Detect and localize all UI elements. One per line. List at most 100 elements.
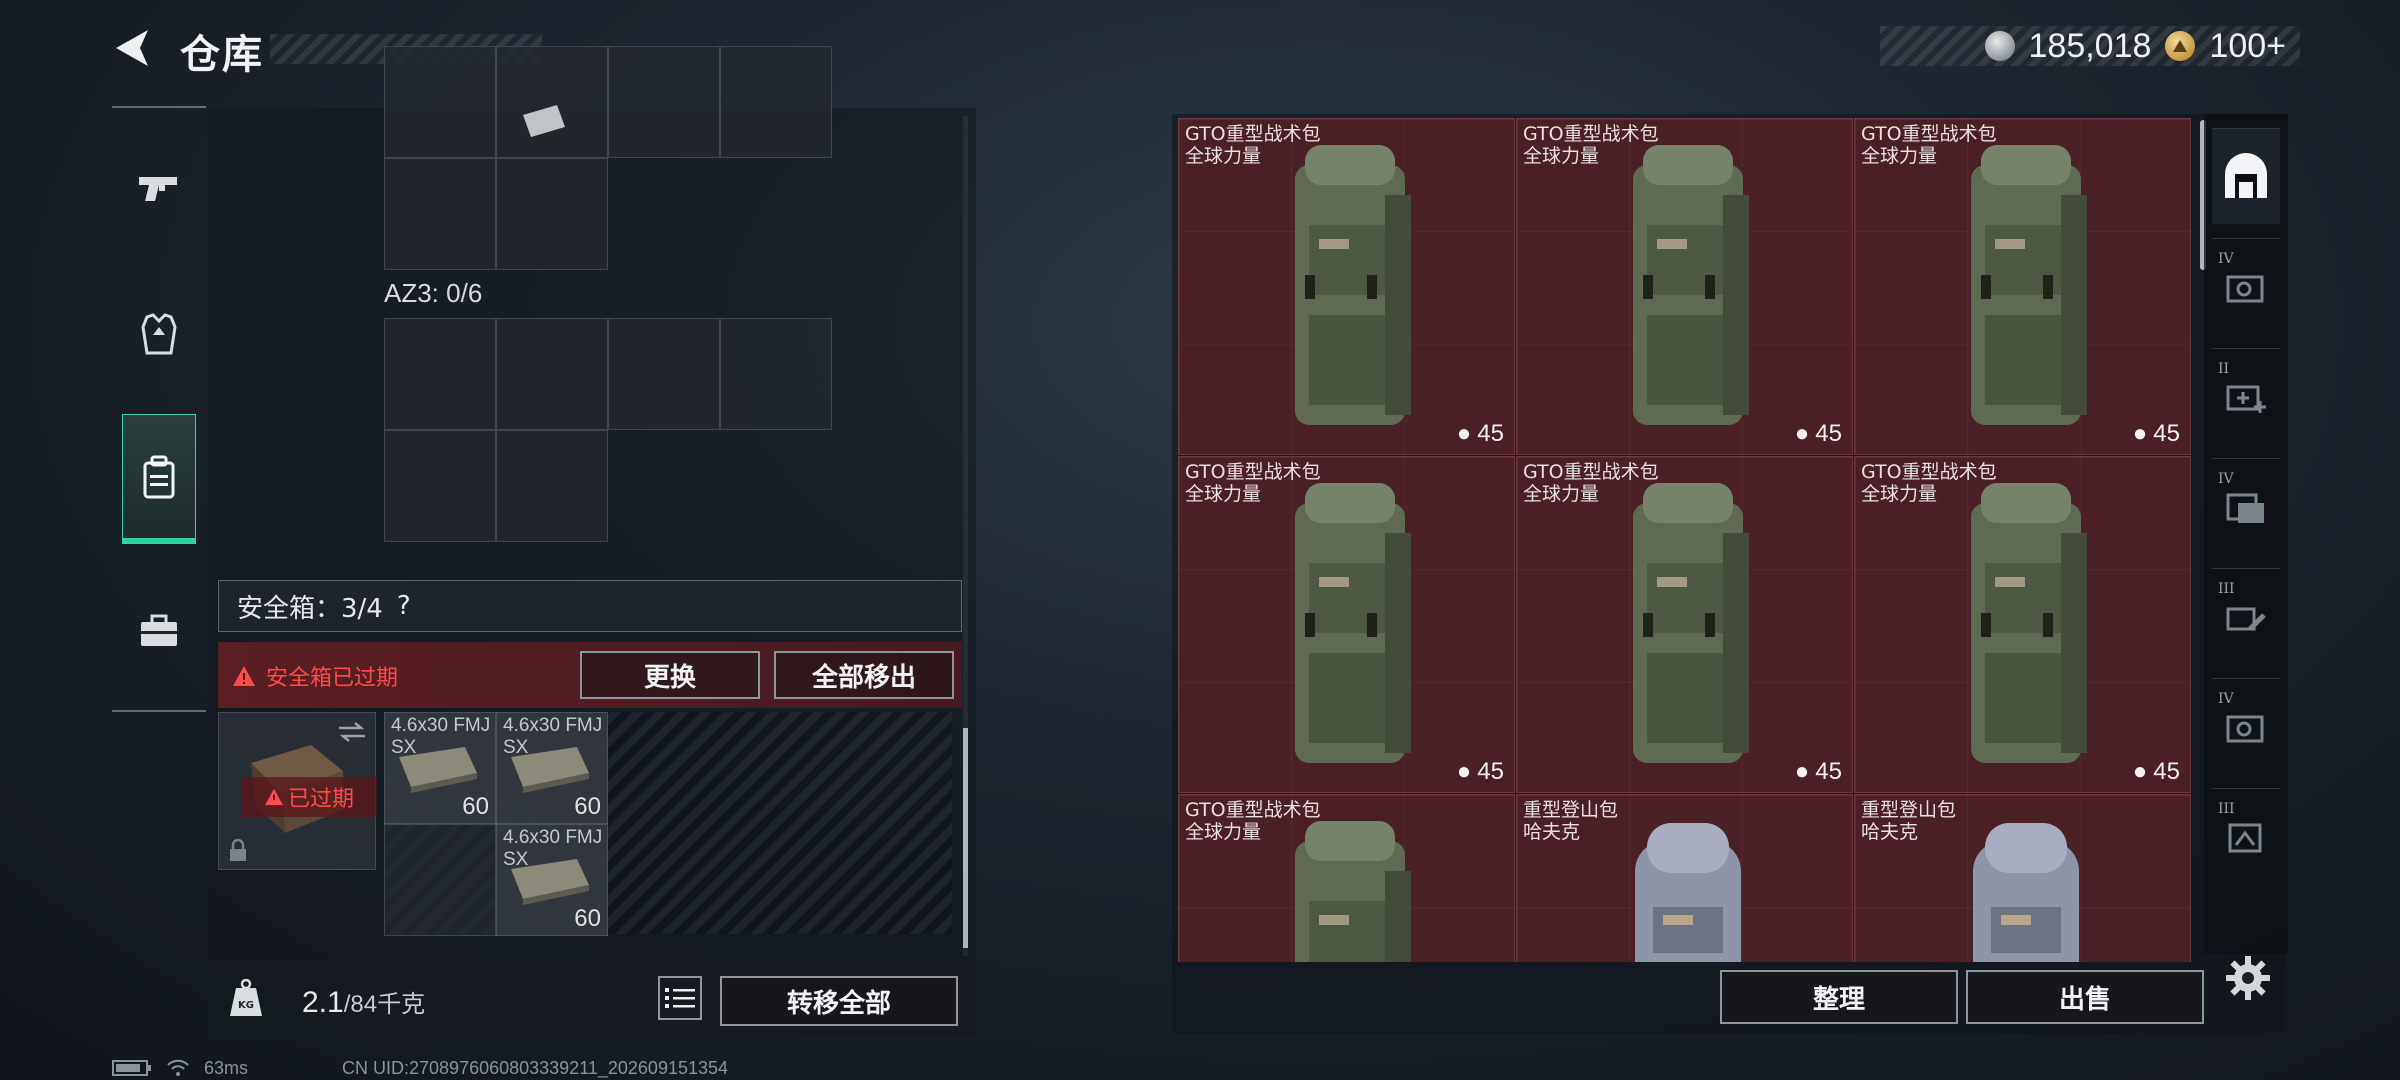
stash-item[interactable]: GTO重型战术包 全球力量 [1178,794,1515,962]
lock-icon [230,839,246,861]
item-level: ● 45 [2132,420,2180,447]
loadout-scrollbar-thumb[interactable] [963,728,968,948]
helmet-level-icon: ● [2132,758,2148,785]
expired-badge-text: 已过期 [287,787,354,812]
item-level: ● 45 [1456,420,1504,447]
gear-repair-icon [2226,715,2264,742]
folder-stack-icon [2226,493,2264,523]
rail-tab-stash[interactable] [2212,128,2280,224]
az3-slot[interactable] [384,430,496,542]
helmet-level-icon: ● [2132,420,2148,447]
item-brand: 全球力量 [1861,483,1938,505]
stash-panel: GTO重型战术包 全球力量 ● 45 GTO重型战术包 全球力量 ● 45 GT… [1172,114,2286,1034]
stash-grid: GTO重型战术包 全球力量 ● 45 GTO重型战术包 全球力量 ● 45 GT… [1178,118,2192,962]
stash-item[interactable]: 重型登山包 哈夫克 [1516,794,1853,962]
ammo-item[interactable]: 4.6x30 FMJ SX 60 [496,824,608,936]
item-name: GTO重型战术包 [1523,123,1659,145]
container-slot[interactable] [720,46,832,158]
ammo-name: 4.6x30 FMJ SX [391,715,491,758]
helmet-level-icon: ● [1456,758,1472,785]
item-brand: 全球力量 [1185,483,1262,505]
az3-slot[interactable] [496,430,608,542]
armor-category-tab[interactable] [122,270,196,400]
stash-item[interactable]: 重型登山包 哈夫克 [1854,794,2191,962]
rail-tab-6[interactable]: III [2212,788,2280,884]
remove-all-button[interactable]: 全部移出 [774,651,954,699]
item-name: 重型登山包 [1861,799,1957,821]
stash-home-icon [2225,152,2267,198]
container-slot[interactable] [384,158,496,270]
toolbox-category-tab[interactable] [122,566,196,696]
rail-tab-4[interactable]: III [2212,568,2280,664]
swap-icon[interactable] [337,721,367,743]
safe-box-warning-bar: 安全箱已过期 更换 全部移出 [218,642,962,708]
help-icon[interactable]: ? [397,591,411,621]
page-title: 仓库 [180,32,264,78]
stash-item[interactable]: GTO重型战术包 全球力量 ● 45 [1516,456,1853,793]
safe-box-slot[interactable] [384,824,496,936]
gold-coin-icon [2165,31,2196,61]
safe-box-header: 安全箱：3/4 ? [218,580,962,632]
rail-tab-2[interactable]: II [2212,348,2280,444]
list-view-button[interactable] [658,976,702,1020]
item-level: ● 45 [1794,420,1842,447]
item-brand: 哈夫克 [1861,821,1919,843]
az3-slot[interactable] [496,318,608,430]
helmet-level-icon: ● [1794,420,1810,447]
settings-gear-icon[interactable] [2224,954,2272,1002]
container-slot[interactable] [608,46,720,158]
container-slot[interactable] [496,46,608,158]
container-slot[interactable] [384,46,496,158]
mountain-backpack-icon [1973,823,2079,962]
item-brand: 全球力量 [1861,145,1938,167]
backpack-icon [143,455,175,498]
backpack-category-tab[interactable] [122,414,196,544]
az3-slot[interactable] [720,318,832,430]
weapon-category-tab[interactable] [122,124,196,254]
ammo-count: 60 [462,793,489,820]
warning-icon [233,666,255,686]
ping-value: 63ms [204,1057,249,1078]
item-name: GTO重型战术包 [1185,461,1321,483]
az3-slot[interactable] [384,318,496,430]
item-name: GTO重型战术包 [1523,461,1659,483]
helmet-level-icon: ● [1456,420,1472,447]
container-slot[interactable] [496,158,608,270]
stash-item[interactable]: GTO重型战术包 全球力量 ● 45 [1178,118,1515,455]
safe-box-expired-warning: 安全箱已过期 [232,660,398,692]
weight-value: 2.1 [302,986,344,1019]
transfer-all-button[interactable]: 转移全部 [720,976,958,1026]
item-brand: 全球力量 [1523,145,1600,167]
replace-button[interactable]: 更换 [580,651,760,699]
ammo-item[interactable]: 4.6x30 FMJ SX 60 [384,712,496,824]
svg-text:KG: KG [238,1000,254,1011]
warning-icon [264,788,283,806]
rail-tab-1[interactable]: IV [2212,238,2280,334]
stash-item[interactable]: GTO重型战术包 全球力量 ● 45 [1854,118,2191,455]
silver-currency-value: 185,018 [2028,26,2152,65]
sell-button[interactable]: 出售 [1966,970,2204,1024]
mountain-backpack-icon [1635,823,1741,962]
az3-slot[interactable] [608,318,720,430]
stash-category-rail: IV II IV III IV III [2204,114,2288,954]
currency-bar: 185,018 100+ [1880,26,2300,66]
stash-item[interactable]: GTO重型战术包 全球力量 ● 45 [1516,118,1853,455]
tactical-backpack-icon [1971,483,2087,763]
safe-box-item[interactable]: 已过期 [218,712,377,870]
ammo-item[interactable]: 4.6x30 FMJ SX 60 [496,712,608,824]
briefcase-icon [141,614,177,646]
back-arrow-icon[interactable] [110,26,154,70]
expired-badge: 已过期 [241,777,377,817]
weight-capacity: /84千克 [343,991,426,1018]
upgrade-box-icon [2228,823,2262,852]
ammo-count: 60 [574,905,601,932]
rail-tab-5[interactable]: IV [2212,678,2280,774]
stash-item[interactable]: GTO重型战术包 全球力量 ● 45 [1854,456,2191,793]
gold-currency-value[interactable]: 100+ [2209,27,2286,66]
top-bar: 仓库 185,018 100+ [0,0,2400,100]
stash-item[interactable]: GTO重型战术包 全球力量 ● 45 [1178,456,1515,793]
rail-tab-3[interactable]: IV [2212,458,2280,554]
sort-button[interactable]: 整理 [1720,970,1958,1024]
tactical-backpack-icon [1295,145,1411,425]
item-name: 重型登山包 [1523,799,1619,821]
